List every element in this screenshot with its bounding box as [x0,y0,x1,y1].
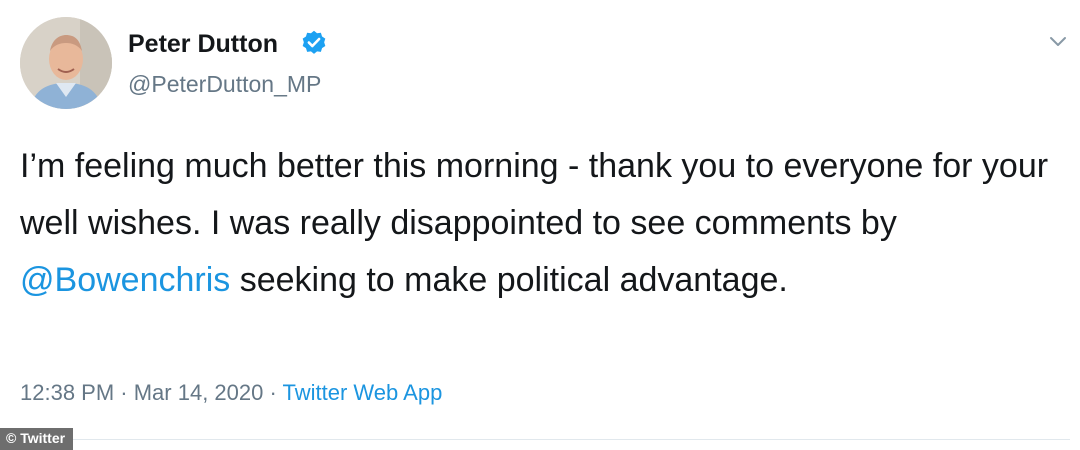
author-display-name[interactable]: Peter Dutton [128,30,278,59]
tweet-date[interactable]: Mar 14, 2020 [134,380,264,405]
tweet-card: Peter Dutton @PeterDutton_MP I’m feeling… [0,0,1080,450]
tweet-text: I’m feeling much better this morning - t… [20,138,1070,309]
copyright-watermark: © Twitter [0,428,74,450]
verified-badge-icon [302,30,326,54]
divider [20,439,1070,440]
tweet-text-part: seeking to make political advantage. [230,261,788,299]
tweet-source-link[interactable]: Twitter Web App [283,380,443,405]
mention-link[interactable]: @Bowenchris [20,261,230,299]
author-avatar[interactable] [20,17,112,109]
tweet-text-part: I’m feeling much better this morning - t… [20,147,1049,242]
author-handle[interactable]: @PeterDutton_MP [128,71,321,98]
tweet-metadata: 12:38 PM · Mar 14, 2020 · Twitter Web Ap… [20,380,442,406]
tweet-time[interactable]: 12:38 PM [20,380,114,405]
meta-separator: · [114,380,134,405]
chevron-down-icon[interactable] [1047,30,1069,52]
meta-separator: · [263,380,283,405]
avatar-photo-icon [20,17,112,109]
